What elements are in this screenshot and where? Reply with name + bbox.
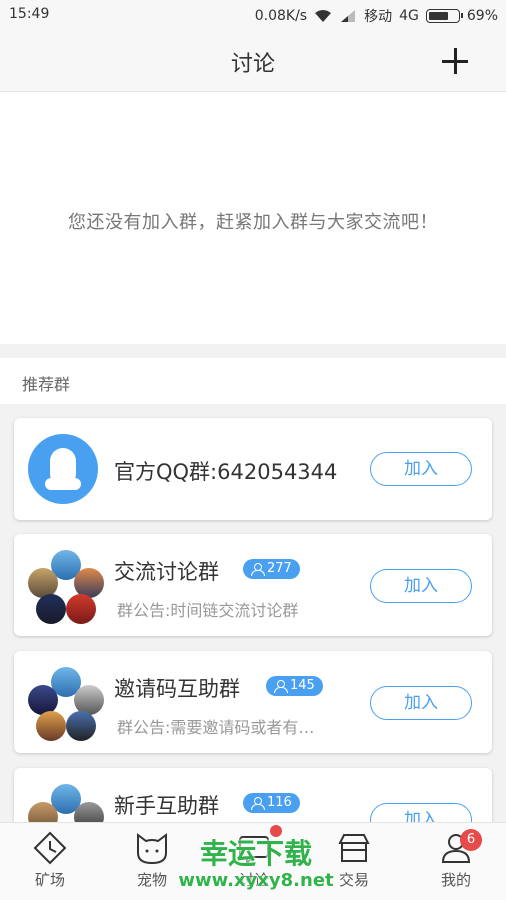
group-name: 邀请码互助群 bbox=[114, 677, 240, 701]
status-right: 0.08K/s 移动 4G 69% bbox=[255, 6, 498, 26]
members-icon bbox=[251, 797, 265, 810]
wifi-icon bbox=[315, 10, 332, 22]
section-label: 推荐群 bbox=[22, 375, 71, 394]
status-bar: 15:49 0.08K/s 移动 4G 69% bbox=[0, 0, 506, 30]
tab-profile[interactable]: 我的 6 bbox=[416, 829, 496, 890]
group-avatar bbox=[28, 550, 104, 626]
tab-label: 讨论 bbox=[238, 871, 269, 889]
tab-label: 交易 bbox=[338, 871, 369, 889]
tab-discussion[interactable]: 讨论 bbox=[214, 825, 294, 890]
tab-pets[interactable]: 宠物 bbox=[112, 831, 192, 890]
group-card-invite[interactable]: 邀请码互助群 145 群公告:需要邀请码或者有… 加入 bbox=[14, 651, 492, 753]
clock-icon bbox=[33, 831, 67, 865]
qq-penguin-icon bbox=[28, 434, 98, 504]
unread-badge: 6 bbox=[460, 829, 482, 851]
group-notice: 群公告:时间链交流讨论群 bbox=[117, 601, 299, 620]
empty-state: 您还没有加入群，赶紧加入群与大家交流吧！ bbox=[0, 92, 506, 344]
member-count-badge: 116 bbox=[243, 793, 300, 813]
join-button[interactable]: 加入 bbox=[370, 452, 472, 486]
group-notice: 群公告:需要邀请码或者有… bbox=[117, 718, 315, 737]
chat-icon bbox=[239, 836, 269, 865]
page-title: 讨论 bbox=[230, 52, 275, 77]
tab-bar: 矿场 宠物 讨论 交易 我的 6 bbox=[0, 822, 506, 900]
battery-percent: 69% bbox=[466, 8, 498, 24]
nav-bar: 讨论 bbox=[0, 30, 506, 92]
recommended-header: 推荐群 bbox=[0, 358, 506, 404]
group-card-discussion[interactable]: 交流讨论群 277 群公告:时间链交流讨论群 加入 bbox=[14, 534, 492, 636]
empty-message: 您还没有加入群，赶紧加入群与大家交流吧！ bbox=[68, 212, 438, 233]
store-icon bbox=[338, 834, 370, 862]
network-speed: 0.08K/s bbox=[254, 8, 308, 24]
battery-icon bbox=[425, 9, 463, 23]
member-count-badge: 277 bbox=[243, 559, 300, 579]
notification-dot bbox=[270, 825, 282, 837]
group-card-official[interactable]: 官方QQ群:642054344 加入 bbox=[14, 418, 492, 520]
tab-label: 宠物 bbox=[136, 871, 167, 889]
status-time: 15:49 bbox=[9, 6, 50, 22]
group-avatar bbox=[28, 667, 104, 743]
signal-icon bbox=[341, 10, 356, 22]
tab-label: 我的 bbox=[440, 871, 471, 889]
members-icon bbox=[274, 680, 288, 693]
plus-icon[interactable] bbox=[442, 48, 468, 74]
join-button[interactable]: 加入 bbox=[370, 569, 472, 603]
tab-trade[interactable]: 交易 bbox=[314, 831, 394, 890]
group-name: 交流讨论群 bbox=[114, 560, 219, 584]
group-name: 新手互助群 bbox=[114, 794, 219, 818]
tab-mine-field[interactable]: 矿场 bbox=[10, 831, 90, 890]
member-count-badge: 145 bbox=[266, 676, 323, 696]
members-icon bbox=[251, 563, 265, 576]
tab-label: 矿场 bbox=[34, 871, 65, 889]
carrier-name: 移动 bbox=[364, 9, 393, 25]
group-name: 官方QQ群:642054344 bbox=[114, 460, 338, 484]
battery-level bbox=[428, 12, 448, 20]
join-button[interactable]: 加入 bbox=[370, 686, 472, 720]
cat-icon bbox=[137, 833, 167, 865]
network-type: 4G bbox=[399, 8, 419, 24]
